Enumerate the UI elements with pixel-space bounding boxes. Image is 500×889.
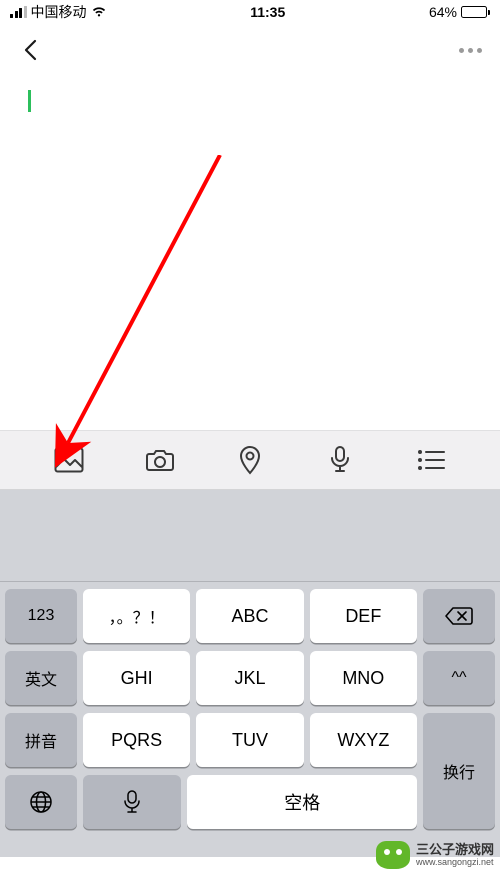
watermark-url: www.sangongzi.net	[416, 857, 494, 867]
keyboard-keys: 123 ，。？！ ABC DEF 英文 GHI JKL MNO 拼音 PQRS …	[0, 582, 500, 857]
wifi-icon	[91, 6, 107, 18]
key-backspace[interactable]	[423, 589, 495, 643]
status-bar: 中国移动 11:35 64%	[0, 0, 500, 24]
battery-icon	[461, 6, 490, 18]
mic-icon	[329, 445, 351, 475]
signal-icon	[10, 6, 27, 18]
back-button[interactable]	[18, 38, 42, 62]
keyboard-mic-icon	[123, 790, 141, 814]
key-tuv[interactable]: TUV	[196, 713, 303, 767]
camera-icon	[145, 447, 175, 473]
key-globe[interactable]	[5, 775, 77, 829]
keyboard: 123 ，。？！ ABC DEF 英文 GHI JKL MNO 拼音 PQRS …	[0, 490, 500, 857]
key-mic[interactable]	[83, 775, 181, 829]
carrier-label: 中国移动	[31, 2, 87, 22]
status-left: 中国移动	[10, 2, 107, 22]
key-123[interactable]: 123	[5, 589, 77, 643]
key-pinyin[interactable]: 拼音	[5, 713, 77, 767]
nav-bar	[0, 24, 500, 76]
key-ghi[interactable]: GHI	[83, 651, 190, 705]
text-cursor	[28, 90, 31, 112]
key-space[interactable]: 空格	[187, 775, 417, 829]
key-emoji[interactable]: ^^	[423, 651, 495, 705]
list-button[interactable]	[409, 438, 453, 482]
key-mno[interactable]: MNO	[310, 651, 417, 705]
more-button[interactable]	[459, 48, 482, 53]
key-punct[interactable]: ，。？！	[83, 589, 190, 643]
watermark-logo-icon	[376, 841, 410, 869]
key-jkl[interactable]: JKL	[196, 651, 303, 705]
key-pqrs[interactable]: PQRS	[83, 713, 190, 767]
key-abc[interactable]: ABC	[196, 589, 303, 643]
watermark-title: 三公子游戏网	[416, 843, 494, 857]
location-icon	[238, 445, 262, 475]
key-english[interactable]: 英文	[5, 651, 77, 705]
battery-pct-label: 64%	[429, 4, 457, 20]
compose-toolbar	[0, 430, 500, 490]
key-enter[interactable]: 换行	[423, 713, 495, 829]
key-wxyz[interactable]: WXYZ	[310, 713, 417, 767]
backspace-icon	[444, 606, 474, 626]
globe-icon	[29, 790, 53, 814]
camera-button[interactable]	[138, 438, 182, 482]
chevron-left-icon	[23, 39, 37, 61]
key-def[interactable]: DEF	[310, 589, 417, 643]
watermark: 三公子游戏网 www.sangongzi.net	[370, 839, 500, 871]
location-button[interactable]	[228, 438, 272, 482]
status-time: 11:35	[250, 4, 285, 20]
image-icon	[54, 447, 84, 473]
text-editor[interactable]	[0, 76, 500, 430]
status-right: 64%	[429, 4, 490, 20]
gallery-button[interactable]	[47, 438, 91, 482]
voice-button[interactable]	[318, 438, 362, 482]
list-icon	[417, 449, 445, 471]
keyboard-candidates[interactable]	[0, 490, 500, 582]
